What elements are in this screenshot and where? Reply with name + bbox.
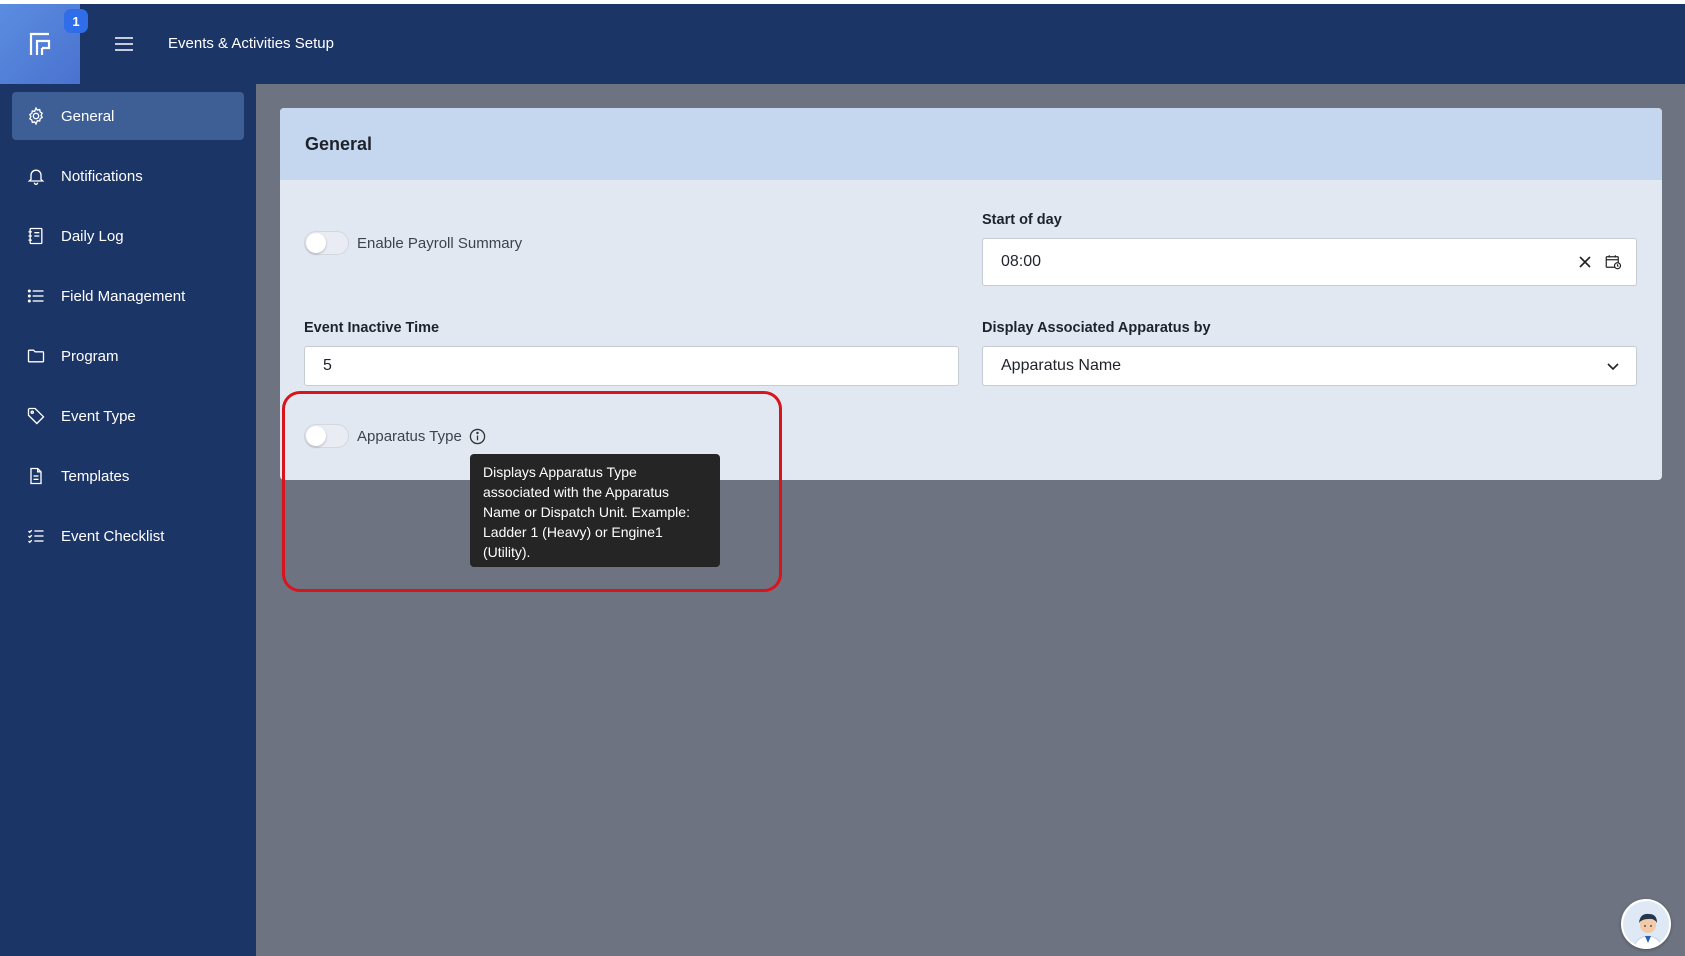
sidebar-item-label: Daily Log — [61, 227, 124, 245]
sidebar-item-daily-log[interactable]: Daily Log — [12, 212, 244, 260]
clear-icon[interactable] — [1575, 252, 1595, 272]
hamburger-menu-button[interactable] — [110, 32, 138, 56]
hamburger-icon — [115, 37, 133, 51]
logo-icon — [29, 32, 51, 55]
start-of-day-input[interactable]: 08:00 — [982, 238, 1637, 286]
sidebar-item-label: Program — [61, 347, 119, 365]
sidebar-item-event-checklist[interactable]: Event Checklist — [12, 512, 244, 560]
checklist-icon — [25, 525, 47, 547]
display-apparatus-select[interactable]: Apparatus Name — [982, 346, 1637, 386]
document-icon — [25, 465, 47, 487]
sidebar-item-field-management[interactable]: Field Management — [12, 272, 244, 320]
person-icon — [1623, 901, 1669, 947]
sidebar-item-general[interactable]: General — [12, 92, 244, 140]
list-icon — [25, 285, 47, 307]
card-header: General — [280, 108, 1662, 180]
calendar-clock-icon[interactable] — [1603, 252, 1623, 272]
sidebar-item-label: Field Management — [61, 287, 186, 305]
display-apparatus-label: Display Associated Apparatus by — [982, 320, 1211, 336]
sidebar-item-event-type[interactable]: Event Type — [12, 392, 244, 440]
top-bar: 1 Events & Activities Setup — [0, 4, 1685, 84]
sidebar-item-label: Templates — [61, 467, 130, 485]
sidebar-item-label: Event Checklist — [61, 527, 165, 545]
sidebar-item-label: General — [61, 107, 115, 125]
bell-icon — [25, 165, 47, 187]
folder-icon — [25, 345, 47, 367]
apparatus-type-tooltip: Displays Apparatus Type associated with … — [470, 454, 720, 567]
payroll-summary-label: Enable Payroll Summary — [357, 235, 523, 252]
notification-badge: 1 — [64, 9, 88, 33]
sidebar-item-program[interactable]: Program — [12, 332, 244, 380]
chevron-down-icon — [1603, 356, 1623, 376]
app-logo[interactable]: 1 — [0, 4, 88, 84]
sidebar-item-templates[interactable]: Templates — [12, 452, 244, 500]
start-of-day-label: Start of day — [982, 212, 1062, 228]
page-title: Events & Activities Setup — [168, 35, 334, 52]
event-inactive-time-label: Event Inactive Time — [304, 320, 440, 336]
gear-icon — [25, 105, 47, 127]
tag-icon — [25, 405, 47, 427]
sidebar-item-label: Notifications — [61, 167, 143, 185]
sidebar-item-label: Event Type — [61, 407, 136, 425]
display-apparatus-value: Apparatus Name — [1001, 357, 1122, 374]
card-title: General — [305, 133, 373, 154]
app-frame: 1 Events & Activities Setup General Noti… — [0, 4, 1685, 956]
log-book-icon — [25, 225, 47, 247]
sidebar: General Notifications Daily Log Field Ma… — [0, 84, 256, 956]
event-inactive-time-value: 5 — [323, 357, 332, 374]
sidebar-item-notifications[interactable]: Notifications — [12, 152, 244, 200]
start-of-day-value: 08:00 — [1001, 253, 1042, 270]
event-inactive-time-input[interactable]: 5 — [304, 346, 959, 386]
payroll-summary-toggle[interactable] — [304, 231, 349, 255]
user-avatar[interactable] — [1621, 899, 1671, 949]
